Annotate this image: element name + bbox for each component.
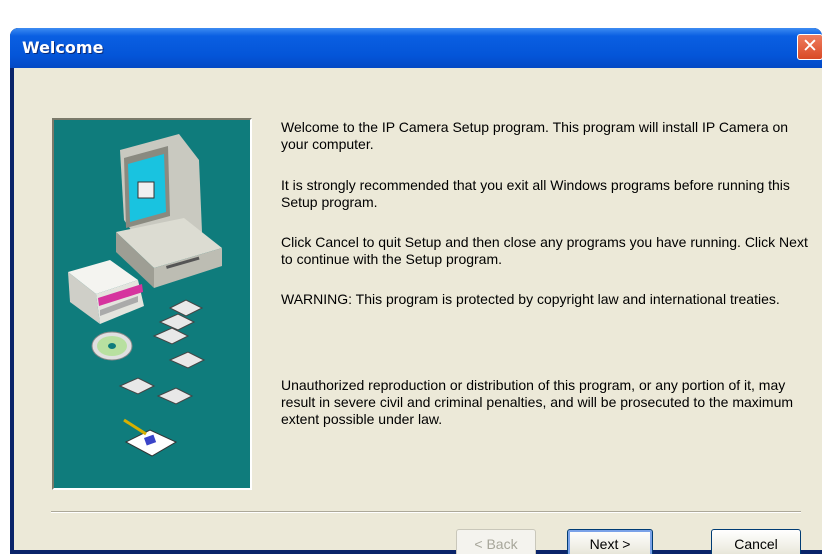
setup-window: Welcome ✕ Welcome to the IP Camera Setup…	[10, 28, 822, 554]
close-icon: ✕	[802, 35, 818, 57]
warning-paragraph: WARNING: This program is protected by co…	[281, 291, 780, 307]
cancel-button[interactable]: Cancel	[711, 529, 801, 554]
computer-illustration-icon	[68, 134, 222, 457]
recommendation-paragraph: It is strongly recommended that you exit…	[281, 177, 790, 210]
next-button[interactable]: Next >	[567, 529, 653, 554]
instructions-paragraph: Click Cancel to quit Setup and then clos…	[281, 234, 808, 267]
setup-illustration	[52, 118, 252, 490]
welcome-paragraph: Welcome to the IP Camera Setup program. …	[281, 119, 789, 152]
title-bar[interactable]: Welcome ✕	[10, 28, 822, 68]
window-title: Welcome	[22, 38, 104, 57]
dialog-body: Welcome to the IP Camera Setup program. …	[14, 68, 822, 554]
back-button[interactable]: < Back	[456, 529, 536, 554]
button-separator	[51, 511, 801, 513]
close-button[interactable]: ✕	[797, 34, 822, 60]
legal-paragraph: Unauthorized reproduction or distributio…	[281, 377, 794, 427]
